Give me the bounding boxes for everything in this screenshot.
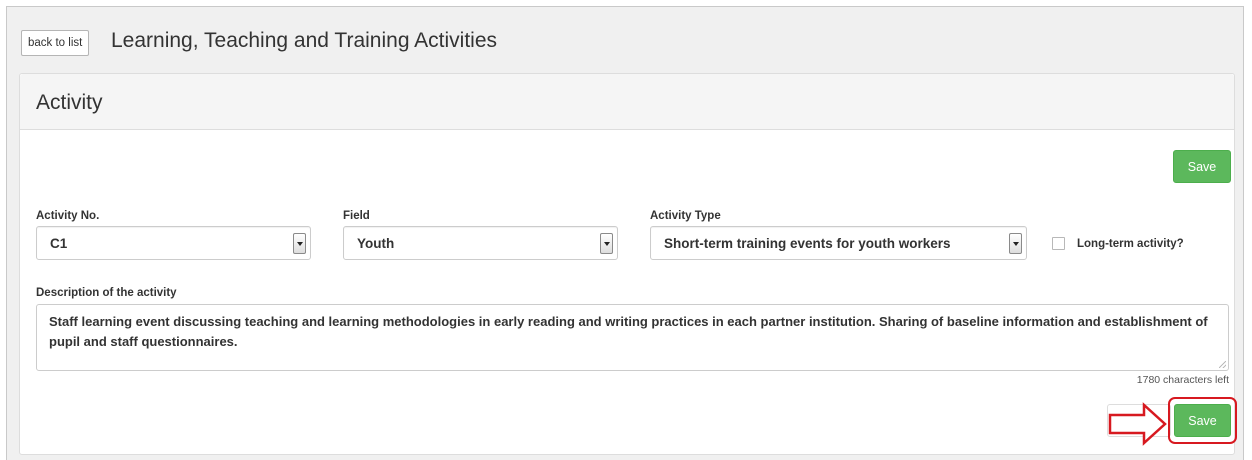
chevron-down-icon[interactable]: [600, 233, 613, 254]
activity-type-value: Short-term training events for youth wor…: [664, 236, 951, 251]
field-label: Field: [343, 210, 370, 222]
chevron-down-icon[interactable]: [1009, 233, 1022, 254]
field-value: Youth: [357, 236, 395, 251]
panel-title: Activity: [36, 91, 103, 114]
resize-handle-icon[interactable]: [1219, 361, 1226, 368]
activity-panel: Activity Save Activity No. C1 Field Yout…: [19, 73, 1237, 455]
chevron-down-icon[interactable]: [293, 233, 306, 254]
activity-type-select[interactable]: Short-term training events for youth wor…: [650, 226, 1027, 260]
panel-heading: Activity: [20, 74, 1234, 130]
characters-left-counter: 1780 characters left: [1136, 374, 1229, 386]
description-text: Staff learning event discussing teaching…: [49, 314, 1208, 349]
save-button-top[interactable]: Save: [1173, 150, 1231, 183]
page-title: Learning, Teaching and Training Activiti…: [111, 29, 498, 52]
description-label: Description of the activity: [36, 287, 177, 299]
activity-no-select[interactable]: C1: [36, 226, 311, 260]
activity-no-label: Activity No.: [36, 210, 100, 222]
back-to-list-button[interactable]: back to list: [21, 30, 90, 56]
annotation-arrow-icon: [1108, 402, 1167, 446]
field-select[interactable]: Youth: [343, 226, 618, 260]
description-textarea[interactable]: Staff learning event discussing teaching…: [36, 304, 1229, 371]
page-container: back to list Learning, Teaching and Trai…: [6, 6, 1244, 460]
activity-no-value: C1: [50, 236, 68, 251]
activity-type-label: Activity Type: [650, 210, 721, 222]
long-term-checkbox[interactable]: [1052, 237, 1065, 250]
long-term-label: Long-term activity?: [1077, 238, 1184, 250]
annotation-highlight-box: [1168, 397, 1237, 444]
